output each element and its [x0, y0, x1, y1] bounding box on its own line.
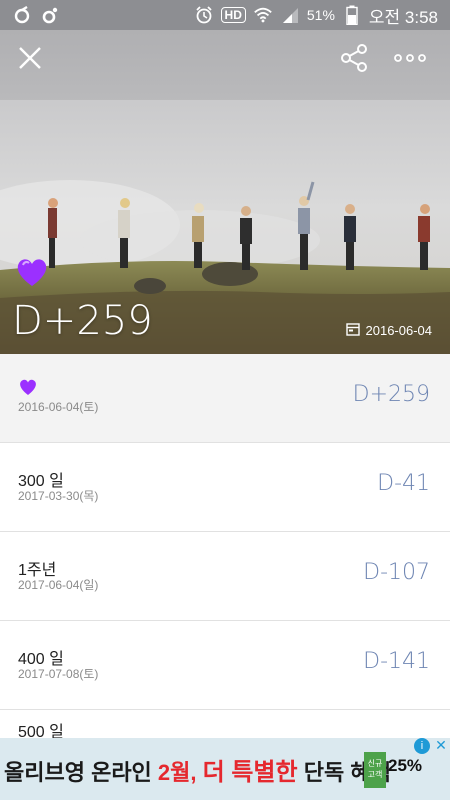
- ad-text-brand: 올리브영 온라인: [4, 759, 158, 785]
- list-item[interactable]: 300 일 2017-03-30(목) D-41: [0, 443, 450, 532]
- list-item[interactable]: 2016-06-04(토) D+259: [0, 354, 450, 443]
- list-item[interactable]: 1주년 2017-06-04(일) D-107: [0, 532, 450, 621]
- list-item-dday: D-141: [363, 649, 430, 674]
- heart-icon: [14, 254, 50, 290]
- clock: 오전 3:58: [368, 7, 438, 27]
- calendar-icon: [345, 322, 360, 339]
- list-item-dday: D+259: [352, 382, 430, 407]
- ad-headline: 올리브영 온라인 2월, 더 특별한 단독 혜택: [4, 752, 391, 787]
- hero-dday-counter: D+259: [12, 298, 153, 344]
- share-icon[interactable]: [338, 42, 370, 74]
- app-notification-icon: [12, 5, 32, 25]
- list-item-date: 2016-06-04(토): [18, 400, 99, 414]
- ad-banner[interactable]: 올리브영 온라인 2월, 더 특별한 단독 혜택 신규 고객 25% i ✕: [0, 738, 450, 800]
- wifi-icon: [253, 5, 273, 25]
- anniversary-list: 2016-06-04(토) D+259 300 일 2017-03-30(목) …: [0, 354, 450, 741]
- list-item-dday: D-107: [363, 560, 430, 585]
- notification-icon: [40, 5, 60, 25]
- hero-date-text: 2016-06-04: [365, 323, 433, 338]
- hero-date[interactable]: 2016-06-04: [345, 322, 433, 339]
- hero-banner: D+259 2016-06-04: [0, 30, 450, 354]
- battery-icon: [342, 5, 362, 25]
- close-icon[interactable]: [16, 44, 44, 72]
- hd-voice-icon: HD: [220, 7, 246, 23]
- ad-discount-percent: 25%: [388, 756, 423, 775]
- status-bar: HD 51% 오전 3:58: [0, 0, 450, 30]
- ad-close-icon[interactable]: ✕: [433, 738, 449, 754]
- list-item-dday: D-41: [377, 471, 430, 496]
- list-item-date: 2017-06-04(일): [18, 578, 99, 592]
- alarm-icon: [194, 5, 214, 25]
- heart-icon: [18, 378, 38, 396]
- battery-percent: 51%: [306, 7, 335, 23]
- ad-new-customer-badge: 신규 고객: [364, 752, 386, 788]
- ad-info-icon[interactable]: i: [414, 738, 430, 754]
- list-item-date: 2017-03-30(목): [18, 489, 99, 503]
- signal-icon: [280, 5, 300, 25]
- list-item[interactable]: 400 일 2017-07-08(토) D-141: [0, 621, 450, 710]
- ad-text-highlight: 더 특별한: [202, 758, 298, 786]
- more-options-icon[interactable]: [392, 46, 428, 70]
- list-item-date: 2017-07-08(토): [18, 667, 99, 681]
- ad-text-month: 2월,: [157, 759, 203, 785]
- list-item[interactable]: 500 일: [0, 710, 450, 741]
